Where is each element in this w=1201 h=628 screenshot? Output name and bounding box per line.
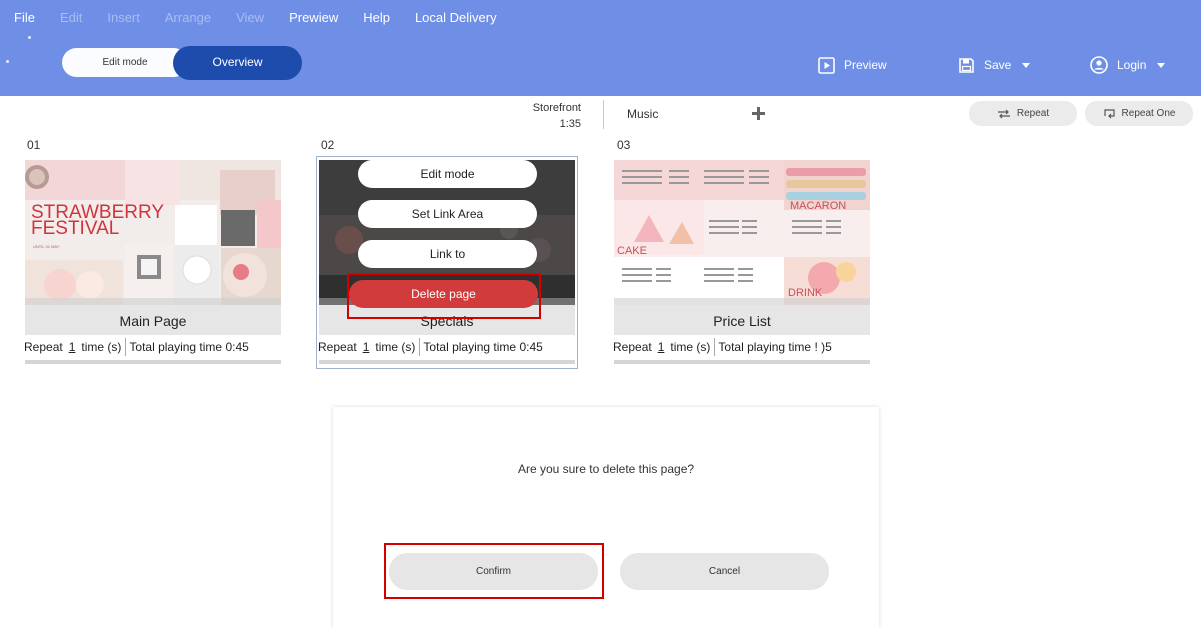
page-number: 03 (617, 138, 631, 152)
cancel-button[interactable]: Cancel (620, 553, 829, 590)
edit-mode-toggle[interactable]: Edit mode (62, 48, 188, 77)
page-thumbnail-main[interactable]: STRAWBERRY FESTIVAL UNTIL 31 MAY (25, 160, 281, 305)
page-repeat-info: Repeat 1 time (s) Total playing time ! )… (613, 336, 832, 358)
context-menu-edit-mode[interactable]: Edit mode (358, 160, 537, 188)
menu-help[interactable]: Help (363, 9, 390, 29)
menu-prewiew[interactable]: Prewiew (289, 9, 338, 29)
preview-button[interactable]: Preview (818, 53, 887, 77)
dialog-message: Are you sure to delete this page? (517, 462, 695, 476)
repeat-unit: time (s) (670, 340, 711, 354)
repeat-count-input[interactable]: 1 (363, 340, 370, 354)
page-repeat-info: Repeat 1 time (s) Total playing time 0:4… (318, 336, 543, 358)
preview-label: Preview (844, 58, 887, 72)
repeat-one-icon (1103, 108, 1115, 118)
thumb-label-cake: CAKE (617, 245, 647, 257)
page-thumbnail-price-list[interactable]: MACARON CAKE DRINK (614, 160, 870, 305)
page-number: 02 (321, 138, 335, 152)
header-dot (28, 36, 31, 39)
page-name: Main Page (25, 305, 281, 335)
chevron-down-icon (1157, 62, 1166, 68)
repeat-unit: time (s) (81, 340, 122, 354)
login-button[interactable]: Login (1090, 53, 1166, 77)
repeat-one-button[interactable]: Repeat One (1085, 101, 1193, 126)
header-dot (6, 60, 9, 63)
thumbnail-image: STRAWBERRY FESTIVAL UNTIL 31 MAY (25, 160, 281, 305)
overview-mode-toggle[interactable]: Overview (173, 46, 302, 80)
menu-view[interactable]: View (236, 9, 264, 29)
divider (125, 338, 127, 356)
playlist-duration: 1:35 (559, 118, 581, 130)
page-number: 01 (27, 138, 41, 152)
menu-edit[interactable]: Edit (60, 9, 82, 29)
save-button[interactable]: Save (958, 53, 1031, 77)
divider (419, 338, 421, 356)
row-shadow (25, 360, 281, 364)
total-playing-time: Total playing time 0:45 (423, 340, 543, 354)
page-repeat-info: Repeat 1 time (s) Total playing time 0:4… (24, 336, 249, 358)
repeat-prefix: Repeat (318, 340, 357, 354)
total-playing-time: Total playing time 0:45 (129, 340, 249, 354)
mode-switch: Edit mode Overview (62, 46, 302, 80)
repeat-count-input[interactable]: 1 (69, 340, 76, 354)
menu-insert[interactable]: Insert (107, 9, 140, 29)
row-shadow (319, 360, 575, 364)
menu-bar: File Edit Insert Arrange View Prewiew He… (14, 9, 522, 29)
repeat-prefix: Repeat (24, 340, 63, 354)
play-icon (818, 56, 835, 74)
divider (603, 100, 604, 129)
menu-local-delivery[interactable]: Local Delivery (415, 9, 497, 29)
repeat-count-input[interactable]: 1 (658, 340, 665, 354)
plus-icon[interactable] (752, 107, 765, 120)
music-label: Music (627, 107, 659, 121)
login-label: Login (1117, 58, 1147, 72)
total-playing-time: Total playing time ! )5 (718, 340, 832, 354)
chevron-down-icon (1022, 62, 1031, 68)
playlist-name: Storefront (532, 102, 581, 114)
thumbnail-image: MACARON CAKE DRINK (614, 160, 870, 305)
thumb-title-line-2: FESTIVAL (31, 218, 119, 239)
thumb-label-drink: DRINK (788, 287, 823, 299)
repeat-one-label: Repeat One (1121, 108, 1176, 119)
repeat-prefix: Repeat (613, 340, 652, 354)
context-menu-set-link-area[interactable]: Set Link Area (358, 200, 537, 228)
repeat-unit: time (s) (375, 340, 416, 354)
thumb-subtitle: UNTIL 31 MAY (33, 244, 60, 249)
user-circle-icon (1090, 56, 1108, 74)
playlist-info: Storefront 1:35 (533, 100, 581, 132)
save-disk-icon (959, 57, 974, 73)
save-label: Save (984, 58, 1012, 72)
context-menu-link-to[interactable]: Link to (358, 240, 537, 268)
thumb-label-macaron: MACARON (790, 200, 846, 212)
menu-arrange[interactable]: Arrange (165, 9, 211, 29)
highlight-box (384, 543, 604, 599)
divider (714, 338, 716, 356)
row-shadow (614, 360, 870, 364)
page-name: Price List (614, 305, 870, 335)
repeat-arrows-icon (997, 109, 1010, 118)
repeat-label: Repeat (1016, 108, 1050, 119)
highlight-box (347, 273, 541, 319)
repeat-button[interactable]: Repeat (969, 101, 1077, 126)
app-header: File Edit Insert Arrange View Prewiew He… (0, 0, 1201, 96)
menu-file[interactable]: File (14, 9, 35, 29)
